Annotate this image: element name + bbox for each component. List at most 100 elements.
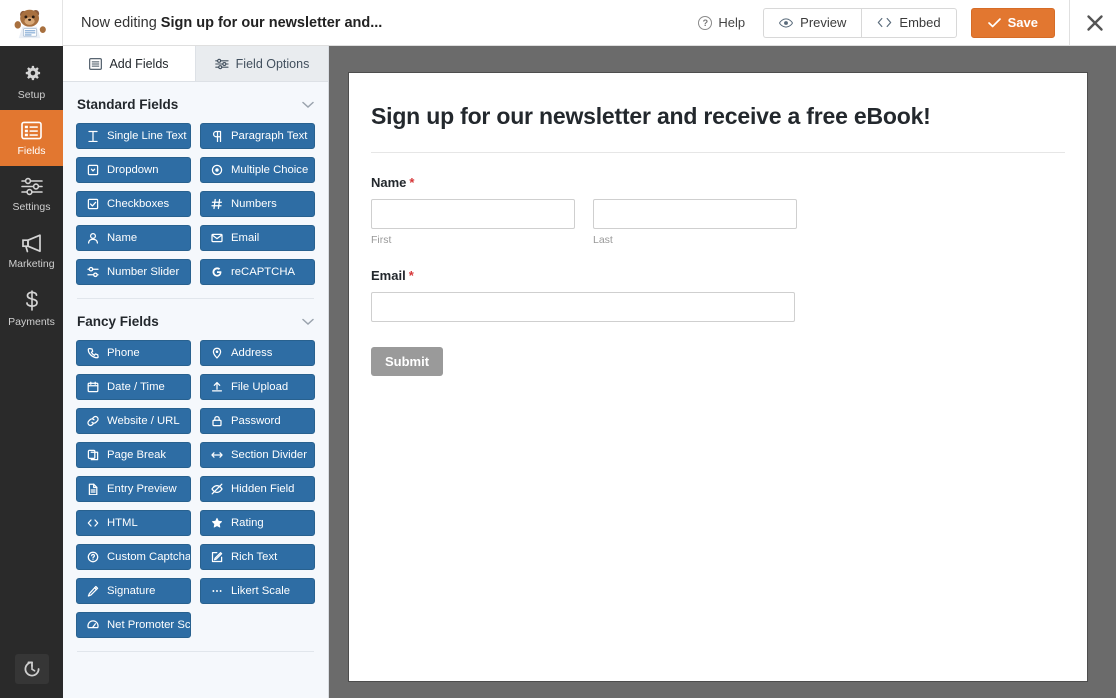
field-button-custom-captcha[interactable]: Custom Captcha bbox=[76, 544, 191, 570]
last-name-input[interactable] bbox=[593, 199, 797, 229]
eye-slash-icon bbox=[210, 483, 223, 495]
field-button-multiple-choice[interactable]: Multiple Choice bbox=[200, 157, 315, 183]
close-icon bbox=[1086, 14, 1104, 32]
field-button-name[interactable]: Name bbox=[76, 225, 191, 251]
form-title: Sign up for our newsletter and receive a… bbox=[371, 103, 1065, 130]
sidebar-item-fields[interactable]: Fields bbox=[0, 110, 63, 166]
sidebar-item-label: Setup bbox=[18, 89, 45, 101]
calendar-icon bbox=[86, 381, 99, 393]
first-name-input[interactable] bbox=[371, 199, 575, 229]
sidebar-item-marketing[interactable]: Marketing bbox=[0, 222, 63, 279]
email-label-text: Email bbox=[371, 268, 406, 283]
pencil-icon bbox=[86, 585, 99, 597]
pilcrow-icon bbox=[210, 130, 223, 142]
last-name-column: Last bbox=[593, 199, 797, 246]
field-button-numbers[interactable]: Numbers bbox=[200, 191, 315, 217]
field-button-label: Password bbox=[231, 415, 281, 427]
field-button-dropdown[interactable]: Dropdown bbox=[76, 157, 191, 183]
caret-square-icon bbox=[86, 164, 99, 176]
preview-button[interactable]: Preview bbox=[763, 8, 861, 38]
standard-fields-grid: Single Line Text Paragraph Text Dropdown Mu… bbox=[63, 123, 328, 285]
field-button-label: Custom Captcha bbox=[107, 551, 191, 563]
field-button-website-url[interactable]: Website / URL bbox=[76, 408, 191, 434]
field-button-rating[interactable]: Rating bbox=[200, 510, 315, 536]
fancy-fields-grid: Phone Address Date / Time File Upload Websit… bbox=[63, 340, 328, 638]
editing-prefix: Now editing bbox=[81, 15, 157, 31]
section-header-standard-fields[interactable]: Standard Fields bbox=[63, 82, 328, 123]
field-button-single-line-text[interactable]: Single Line Text bbox=[76, 123, 191, 149]
field-button-file-upload[interactable]: File Upload bbox=[200, 374, 315, 400]
field-name-block[interactable]: Name* First Last bbox=[371, 175, 1065, 246]
name-label-text: Name bbox=[371, 175, 406, 190]
revision-history-button[interactable] bbox=[15, 654, 49, 684]
field-button-paragraph-text[interactable]: Paragraph Text bbox=[200, 123, 315, 149]
name-inputs-row: First Last bbox=[371, 199, 1065, 246]
section-title: Standard Fields bbox=[77, 97, 178, 112]
embed-label: Embed bbox=[899, 15, 940, 30]
field-button-label: Website / URL bbox=[107, 415, 180, 427]
code-icon bbox=[86, 517, 99, 529]
editing-label: Now editing Sign up for our newsletter a… bbox=[81, 15, 382, 31]
field-button-checkboxes[interactable]: Checkboxes bbox=[76, 191, 191, 217]
megaphone-icon bbox=[20, 233, 43, 253]
field-button-signature[interactable]: Signature bbox=[76, 578, 191, 604]
field-email-block[interactable]: Email* bbox=[371, 268, 1065, 322]
page-break-icon bbox=[86, 449, 99, 461]
field-button-hidden-field[interactable]: Hidden Field bbox=[200, 476, 315, 502]
field-button-entry-preview[interactable]: Entry Preview bbox=[76, 476, 191, 502]
code-icon bbox=[877, 17, 892, 28]
sidebar-item-settings[interactable]: Settings bbox=[0, 166, 63, 222]
field-button-label: Numbers bbox=[231, 198, 277, 210]
tab-field-options[interactable]: Field Options bbox=[196, 46, 328, 81]
field-button-html[interactable]: HTML bbox=[76, 510, 191, 536]
top-toolbar: Now editing Sign up for our newsletter a… bbox=[0, 0, 1116, 46]
sidebar-item-label: Settings bbox=[13, 201, 51, 213]
tab-add-fields[interactable]: Add Fields bbox=[63, 46, 196, 81]
builder-nav-rail: Setup Fields Settings bbox=[0, 46, 63, 698]
field-button-net-promoter-sco[interactable]: Net Promoter Sco... bbox=[76, 612, 191, 638]
eye-icon bbox=[779, 18, 793, 28]
field-button-page-break[interactable]: Page Break bbox=[76, 442, 191, 468]
upload-icon bbox=[210, 381, 223, 393]
save-button[interactable]: Save bbox=[971, 8, 1055, 38]
sliders-icon bbox=[21, 177, 43, 196]
submit-button[interactable]: Submit bbox=[371, 347, 443, 376]
check-icon bbox=[988, 18, 1001, 28]
email-input[interactable] bbox=[371, 292, 795, 322]
field-button-email[interactable]: Email bbox=[200, 225, 315, 251]
embed-button[interactable]: Embed bbox=[861, 8, 956, 38]
field-button-address[interactable]: Address bbox=[200, 340, 315, 366]
section-title: Fancy Fields bbox=[77, 314, 159, 329]
question-circle-icon: ? bbox=[698, 16, 712, 30]
field-button-rich-text[interactable]: Rich Text bbox=[200, 544, 315, 570]
field-button-label: Phone bbox=[107, 347, 140, 359]
help-button[interactable]: ? Help bbox=[684, 15, 759, 30]
save-label: Save bbox=[1008, 15, 1038, 30]
email-field-label: Email* bbox=[371, 268, 1065, 283]
toolbar-actions: ? Help Preview Embed bbox=[684, 0, 1116, 46]
name-field-label: Name* bbox=[371, 175, 1065, 190]
sidebar-item-label: Fields bbox=[17, 145, 45, 157]
field-button-likert-scale[interactable]: Likert Scale bbox=[200, 578, 315, 604]
field-button-section-divider[interactable]: Section Divider bbox=[200, 442, 315, 468]
field-button-password[interactable]: Password bbox=[200, 408, 315, 434]
close-builder-button[interactable] bbox=[1069, 0, 1104, 46]
link-icon bbox=[86, 415, 99, 427]
sidebar-item-setup[interactable]: Setup bbox=[0, 52, 63, 110]
field-button-label: Likert Scale bbox=[231, 585, 290, 597]
form-name-title: Sign up for our newsletter and... bbox=[161, 15, 383, 31]
field-button-date-time[interactable]: Date / Time bbox=[76, 374, 191, 400]
sidebar-item-label: Marketing bbox=[8, 258, 54, 270]
field-button-label: Address bbox=[231, 347, 272, 359]
field-button-phone[interactable]: Phone bbox=[76, 340, 191, 366]
sidebar-item-label: Payments bbox=[8, 316, 55, 328]
help-label: Help bbox=[718, 15, 745, 30]
field-button-number-slider[interactable]: Number Slider bbox=[76, 259, 191, 285]
section-header-fancy-fields[interactable]: Fancy Fields bbox=[63, 299, 328, 340]
sidebar-item-payments[interactable]: Payments bbox=[0, 279, 63, 337]
fields-scroll-area[interactable]: Standard Fields Single Line Text Paragrap… bbox=[63, 82, 328, 698]
wpforms-logo[interactable] bbox=[0, 0, 63, 46]
field-button-recaptcha[interactable]: reCAPTCHA bbox=[200, 259, 315, 285]
panel-tabs: Add Fields Field Options bbox=[63, 46, 328, 82]
first-name-column: First bbox=[371, 199, 575, 246]
